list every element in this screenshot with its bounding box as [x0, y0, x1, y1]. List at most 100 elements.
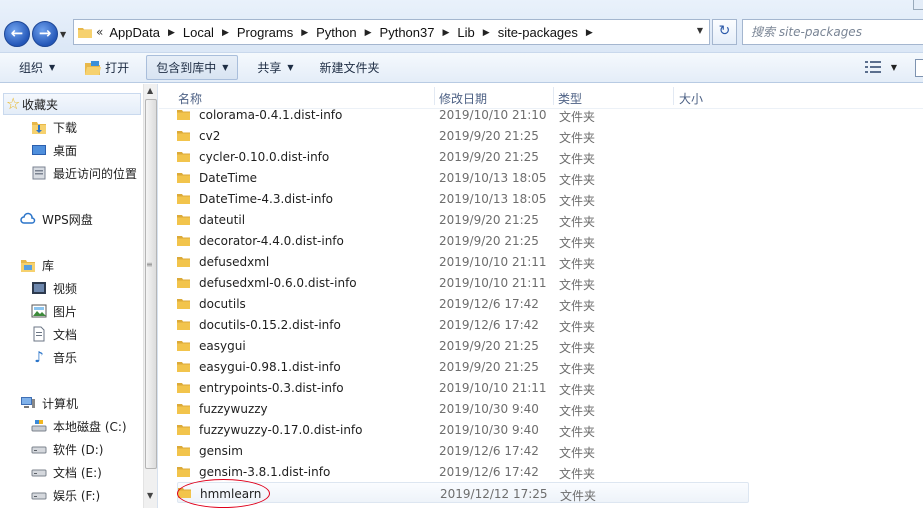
nav-drive-e[interactable]: 文档 (E:) [31, 461, 102, 483]
file-row[interactable]: gensim-3.8.1.dist-info 2019/12/6 17:42 文件夹 [177, 461, 749, 482]
file-type: 文件夹 [559, 341, 596, 355]
address-history-dropdown[interactable]: ▼ [697, 26, 703, 35]
file-row[interactable]: cycler-0.10.0.dist-info 2019/9/20 21:25 文件… [177, 146, 749, 167]
change-view-button[interactable]: ▼ [864, 60, 897, 74]
refresh-icon: ↻ [718, 23, 731, 39]
nav-music[interactable]: ♪ 音乐 [31, 346, 77, 368]
nav-label: 下载 [53, 120, 78, 135]
search-box[interactable] [742, 19, 923, 45]
nav-label: 库 [42, 258, 55, 273]
chevron-right-icon[interactable]: ▶ [483, 27, 490, 38]
breadcrumb-item[interactable]: site-packages ▶ [498, 25, 601, 40]
column-divider[interactable] [673, 87, 674, 105]
nav-documents[interactable]: 文档 [31, 323, 77, 345]
file-type: 文件夹 [559, 236, 596, 250]
file-row[interactable]: DateTime-4.3.dist-info 2019/10/13 18:05 文件… [177, 188, 749, 209]
nav-label: 图片 [53, 304, 78, 319]
file-type: 文件夹 [560, 489, 597, 503]
file-row[interactable]: cv2 2019/9/20 21:25 文件夹 [177, 125, 749, 146]
file-row[interactable]: defusedxml 2019/10/10 21:11 文件夹 [177, 251, 749, 272]
file-row[interactable]: gensim 2019/12/6 17:42 文件夹 [177, 440, 749, 461]
breadcrumb-item[interactable]: Python ▶ [316, 25, 379, 40]
file-type: 文件夹 [559, 299, 596, 313]
recent-pages-dropdown[interactable]: ▼ [60, 30, 66, 39]
breadcrumb-item[interactable]: Python37 ▶ [380, 25, 458, 40]
breadcrumb-item[interactable]: Programs ▶ [237, 25, 316, 40]
nav-pictures[interactable]: 图片 [31, 300, 77, 322]
chevron-down-icon: ▼ [49, 63, 56, 72]
file-type: 文件夹 [559, 404, 596, 418]
file-row[interactable]: fuzzywuzzy 2019/10/30 9:40 文件夹 [177, 398, 749, 419]
chevron-right-icon[interactable]: ▶ [586, 27, 593, 38]
nav-drive-f[interactable]: 娱乐 (F:) [31, 484, 100, 506]
chevron-right-icon[interactable]: ▶ [442, 27, 449, 38]
chevron-right-icon[interactable]: ▶ [168, 27, 175, 38]
breadcrumb-item[interactable]: AppData ▶ [109, 25, 183, 40]
nav-wps-cloud[interactable]: WPS网盘 [20, 208, 93, 230]
file-row[interactable]: hmmlearn 2019/12/12 17:25 文件夹 [177, 482, 749, 503]
nav-libraries[interactable]: 库 [20, 254, 54, 276]
nav-recent-places[interactable]: 最近访问的位置 [31, 162, 137, 184]
chevron-right-icon[interactable]: ▶ [222, 27, 229, 38]
chevron-right-icon[interactable]: ▶ [365, 27, 372, 38]
scroll-up-arrow-icon[interactable]: ▲ [147, 86, 153, 95]
organize-button[interactable]: 组织 ▼ [10, 55, 64, 80]
file-name: gensim [199, 444, 243, 458]
nav-favorites[interactable]: ☆ 收藏夹 [3, 93, 141, 115]
column-divider[interactable] [434, 87, 435, 105]
file-row[interactable]: dateutil 2019/9/20 21:25 文件夹 [177, 209, 749, 230]
back-button[interactable]: ← [4, 21, 30, 47]
nav-drive-c[interactable]: 本地磁盘 (C:) [31, 415, 127, 437]
file-type: 文件夹 [559, 320, 596, 334]
file-row[interactable]: fuzzywuzzy-0.17.0.dist-info 2019/10/30 9:… [177, 419, 749, 440]
file-row[interactable]: easygui 2019/9/20 21:25 文件夹 [177, 335, 749, 356]
open-button[interactable]: 打开 [76, 55, 138, 80]
file-type: 文件夹 [559, 110, 596, 124]
chevron-right-icon[interactable]: ▶ [301, 27, 308, 38]
file-row[interactable]: docutils-0.15.2.dist-info 2019/12/6 17:42… [177, 314, 749, 335]
new-folder-button[interactable]: 新建文件夹 [311, 55, 389, 80]
nav-computer[interactable]: 计算机 [20, 392, 78, 414]
view-details-icon [864, 61, 881, 73]
nav-drive-d[interactable]: 软件 (D:) [31, 438, 103, 460]
folder-icon [177, 404, 190, 414]
recent-places-icon [32, 166, 46, 180]
folder-icon [177, 194, 190, 204]
nav-scrollbar-thumb[interactable] [145, 99, 157, 469]
file-name: dateutil [199, 213, 246, 227]
search-input[interactable] [743, 20, 923, 44]
file-row[interactable]: colorama-0.4.1.dist-info 2019/10/10 21:10… [177, 104, 749, 125]
file-modified: 2019/12/6 17:42 [439, 444, 539, 458]
file-row[interactable]: docutils 2019/12/6 17:42 文件夹 [177, 293, 749, 314]
command-bar: 组织 ▼ 打开 包含到库中 ▼ 共享 ▼ 新建文件夹 ▼ [0, 52, 923, 83]
breadcrumb-item[interactable]: Local ▶ [183, 25, 237, 40]
refresh-button[interactable]: ↻ [712, 19, 737, 45]
folder-icon [177, 341, 190, 351]
file-row[interactable]: decorator-4.4.0.dist-info 2019/9/20 21:25… [177, 230, 749, 251]
nav-label: 文档 (E:) [53, 465, 102, 480]
address-box[interactable]: « AppData ▶ Local ▶ Programs ▶ Python ▶ Python37… [73, 19, 710, 45]
breadcrumb-overflow[interactable]: « [96, 25, 103, 39]
include-in-library-button[interactable]: 包含到库中 ▼ [146, 55, 239, 80]
file-modified: 2019/9/20 21:25 [439, 234, 539, 248]
nav-downloads[interactable]: 下载 [31, 116, 77, 138]
file-row[interactable]: entrypoints-0.3.dist-info 2019/10/10 21:1… [177, 377, 749, 398]
file-row[interactable]: DateTime 2019/10/13 18:05 文件夹 [177, 167, 749, 188]
column-divider[interactable] [553, 87, 554, 105]
preview-pane-button[interactable] [915, 59, 923, 77]
file-name: colorama-0.4.1.dist-info [199, 108, 343, 122]
file-name: fuzzywuzzy-0.17.0.dist-info [199, 423, 363, 437]
file-type: 文件夹 [559, 425, 596, 439]
scroll-down-arrow-icon[interactable]: ▼ [147, 491, 153, 500]
chevron-down-icon: ▼ [287, 63, 294, 72]
folder-icon [177, 383, 190, 393]
file-row[interactable]: defusedxml-0.6.0.dist-info 2019/10/10 21:… [177, 272, 749, 293]
file-type: 文件夹 [559, 467, 596, 481]
nav-scrollbar[interactable]: ▲ ≡ ▼ [143, 84, 157, 508]
nav-desktop[interactable]: 桌面 [31, 139, 77, 161]
breadcrumb-item[interactable]: Lib ▶ [457, 25, 497, 40]
file-row[interactable]: easygui-0.98.1.dist-info 2019/9/20 21:25 文… [177, 356, 749, 377]
forward-button[interactable]: → [32, 21, 58, 47]
nav-videos[interactable]: 视频 [31, 277, 77, 299]
share-button[interactable]: 共享 ▼ [248, 55, 302, 80]
